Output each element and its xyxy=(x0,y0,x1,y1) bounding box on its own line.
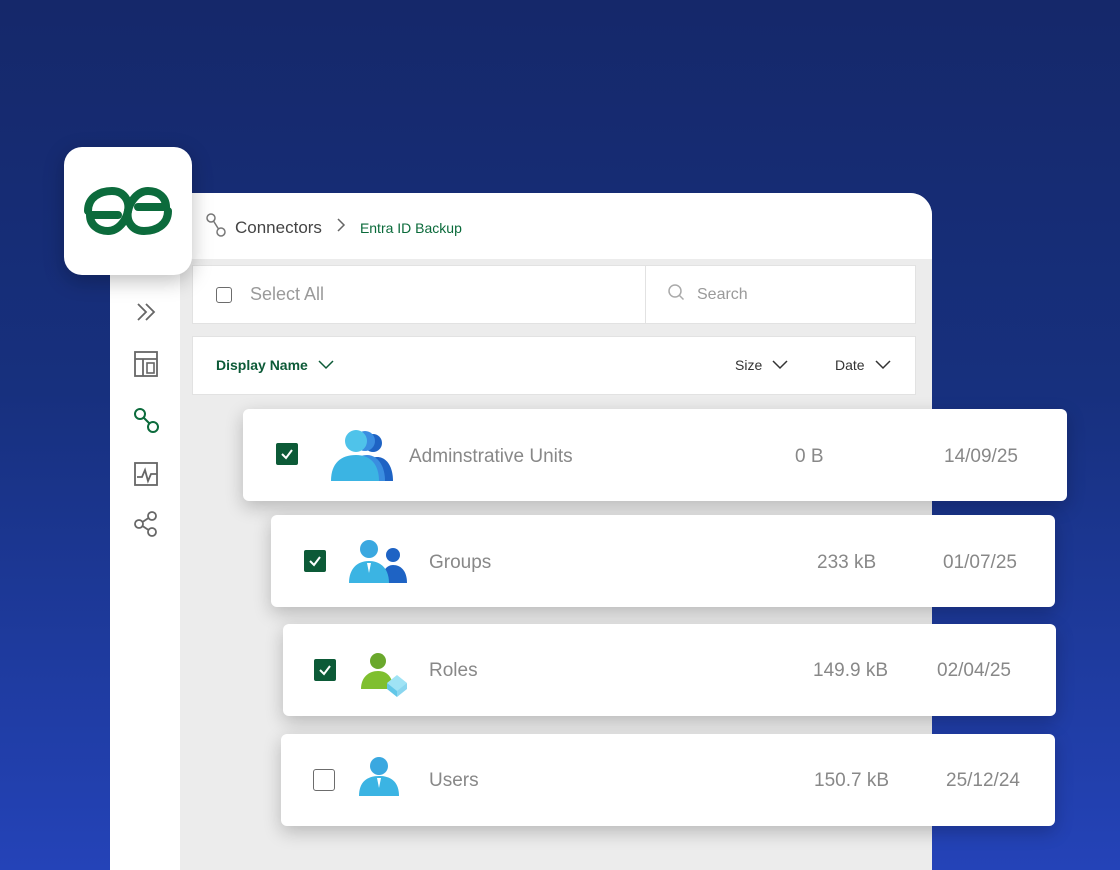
row-size: 150.7 kB xyxy=(814,770,889,791)
row-date: 25/12/24 xyxy=(946,770,1020,791)
breadcrumb-connectors[interactable]: Connectors xyxy=(235,218,322,238)
row-size: 233 kB xyxy=(817,552,877,573)
toolbar: Select All Search xyxy=(192,265,916,324)
table-row[interactable]: Roles 149.9 kB 02/04/25 xyxy=(283,624,1056,716)
row-name: Adminstrative Units xyxy=(409,446,573,467)
row-size: 0 B xyxy=(795,446,824,467)
layout-icon[interactable] xyxy=(132,350,160,383)
brand-logo-icon xyxy=(84,186,172,236)
select-all-checkbox[interactable] xyxy=(216,286,232,303)
row-date: 02/04/25 xyxy=(937,660,1011,681)
expand-icon[interactable] xyxy=(132,300,160,329)
roles-icon xyxy=(359,651,409,704)
column-display-name[interactable]: Display Name xyxy=(216,357,334,373)
admin-units-icon xyxy=(329,429,395,486)
users-icon xyxy=(357,756,401,803)
row-name: Roles xyxy=(429,660,478,681)
select-all-label: Select All xyxy=(250,284,325,304)
chevron-down-icon xyxy=(875,357,891,373)
share-icon[interactable] xyxy=(132,510,160,543)
table-row[interactable]: Users 150.7 kB 25/12/24 xyxy=(281,734,1055,826)
row-checkbox[interactable] xyxy=(314,659,336,681)
table-header: Display Name Size Date xyxy=(192,336,916,395)
connector-icon xyxy=(205,212,227,243)
connectors-icon[interactable] xyxy=(132,406,162,441)
row-name: Groups xyxy=(429,552,492,573)
chevron-down-icon xyxy=(772,357,788,373)
groups-icon xyxy=(347,539,409,590)
row-checkbox[interactable] xyxy=(304,550,326,572)
search-placeholder: Search xyxy=(697,285,748,303)
breadcrumb-current: Entra ID Backup xyxy=(359,219,462,236)
breadcrumb: Connectors Entra ID Backup xyxy=(205,212,462,243)
search-icon xyxy=(667,283,685,306)
activity-icon[interactable] xyxy=(132,460,160,493)
row-checkbox[interactable] xyxy=(313,769,335,791)
row-size: 149.9 kB xyxy=(813,660,888,681)
chevron-down-icon xyxy=(318,357,334,373)
app-logo xyxy=(64,147,192,275)
row-date: 01/07/25 xyxy=(943,552,1017,573)
table-row[interactable]: Adminstrative Units 0 B 14/09/25 xyxy=(243,409,1067,501)
row-name: Users xyxy=(429,770,479,791)
table-row[interactable]: Groups 233 kB 01/07/25 xyxy=(271,515,1055,607)
select-all[interactable]: Select All xyxy=(193,266,646,323)
column-size[interactable]: Size xyxy=(735,357,788,373)
column-date[interactable]: Date xyxy=(835,357,891,373)
chevron-right-icon xyxy=(336,217,346,238)
row-date: 14/09/25 xyxy=(944,446,1018,467)
row-checkbox[interactable] xyxy=(276,443,298,465)
search-input[interactable]: Search xyxy=(645,266,915,323)
